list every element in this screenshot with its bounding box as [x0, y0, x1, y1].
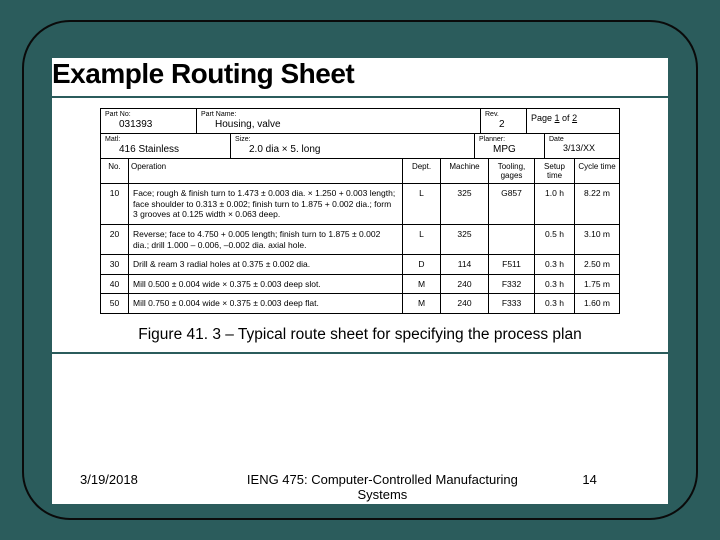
value-planner: MPG: [479, 144, 540, 155]
op-cycle: 3.10 m: [575, 225, 619, 254]
label-size: Size:: [235, 136, 470, 143]
op-machine: 240: [441, 294, 489, 313]
value-page-total: 2: [572, 113, 577, 123]
op-tooling: F332: [489, 275, 535, 294]
value-date: 3/13/XX: [549, 144, 615, 154]
op-setup: 0.3 h: [535, 275, 575, 294]
op-dept: M: [403, 275, 441, 294]
label-page-b: of: [560, 113, 573, 123]
op-machine: 325: [441, 225, 489, 254]
value-size: 2.0 dia × 5. long: [235, 144, 470, 155]
op-desc: Mill 0.500 ± 0.004 wide × 0.375 ± 0.003 …: [129, 275, 403, 294]
op-setup: 0.3 h: [535, 294, 575, 313]
table-row: 20 Reverse; face to 4.750 + 0.005 length…: [101, 225, 619, 255]
op-setup: 1.0 h: [535, 184, 575, 224]
value-matl: 416 Stainless: [105, 144, 226, 155]
op-desc: Drill & ream 3 radial holes at 0.375 ± 0…: [129, 255, 403, 274]
op-cycle: 1.75 m: [575, 275, 619, 294]
op-tooling: G857: [489, 184, 535, 224]
op-machine: 325: [441, 184, 489, 224]
op-dept: L: [403, 184, 441, 224]
op-dept: M: [403, 294, 441, 313]
op-cycle: 1.60 m: [575, 294, 619, 313]
op-tooling: [489, 225, 535, 254]
label-page-a: Page: [531, 113, 555, 123]
label-part-no: Part No:: [105, 111, 192, 118]
op-dept: L: [403, 225, 441, 254]
header-no: No.: [101, 159, 129, 183]
footer-course: IENG 475: Computer-Controlled Manufactur…: [226, 472, 540, 502]
op-tooling: F333: [489, 294, 535, 313]
op-setup: 0.5 h: [535, 225, 575, 254]
sheet-row-info: Matl: 416 Stainless Size: 2.0 dia × 5. l…: [101, 134, 619, 159]
op-no: 10: [101, 184, 129, 224]
label-rev: Rev.: [485, 111, 522, 118]
value-part-name: Housing, valve: [201, 119, 476, 130]
op-machine: 114: [441, 255, 489, 274]
value-part-no: 031393: [105, 119, 192, 130]
op-setup: 0.3 h: [535, 255, 575, 274]
op-cycle: 2.50 m: [575, 255, 619, 274]
op-desc: Face; rough & finish turn to 1.473 ± 0.0…: [129, 184, 403, 224]
header-operation: Operation: [129, 159, 403, 183]
op-tooling: F511: [489, 255, 535, 274]
slide-footer: 3/19/2018 IENG 475: Computer-Controlled …: [52, 472, 668, 502]
op-no: 40: [101, 275, 129, 294]
title-underline: [52, 94, 668, 98]
route-sheet-wrap: Part No: 031393 Part Name: Housing, valv…: [52, 108, 668, 314]
header-dept: Dept.: [403, 159, 441, 183]
op-desc: Mill 0.750 ± 0.004 wide × 0.375 ± 0.003 …: [129, 294, 403, 313]
op-desc: Reverse; face to 4.750 + 0.005 length; f…: [129, 225, 403, 254]
op-no: 50: [101, 294, 129, 313]
slide-title: Example Routing Sheet: [52, 58, 668, 94]
label-matl: Matl:: [105, 136, 226, 143]
table-row: 30 Drill & ream 3 radial holes at 0.375 …: [101, 255, 619, 275]
op-no: 20: [101, 225, 129, 254]
op-no: 30: [101, 255, 129, 274]
label-date: Date: [549, 136, 615, 143]
op-dept: D: [403, 255, 441, 274]
table-row: 40 Mill 0.500 ± 0.004 wide × 0.375 ± 0.0…: [101, 275, 619, 295]
header-tooling: Tooling, gages: [489, 159, 535, 183]
header-setup: Setup time: [535, 159, 575, 183]
footer-date: 3/19/2018: [80, 472, 226, 502]
op-cycle: 8.22 m: [575, 184, 619, 224]
header-machine: Machine: [441, 159, 489, 183]
header-cycle: Cycle time: [575, 159, 619, 183]
value-rev: 2: [485, 119, 522, 130]
label-part-name: Part Name:: [201, 111, 476, 118]
figure-caption: Figure 41. 3 – Typical route sheet for s…: [52, 326, 668, 354]
slide-content: Example Routing Sheet Part No: 031393 Pa…: [52, 58, 668, 504]
table-row: 10 Face; rough & finish turn to 1.473 ± …: [101, 184, 619, 225]
sheet-row-headers: No. Operation Dept. Machine Tooling, gag…: [101, 159, 619, 184]
sheet-row-identity: Part No: 031393 Part Name: Housing, valv…: [101, 109, 619, 134]
table-row: 50 Mill 0.750 ± 0.004 wide × 0.375 ± 0.0…: [101, 294, 619, 313]
footer-page: 14: [539, 472, 640, 502]
label-planner: Planner:: [479, 136, 540, 143]
op-machine: 240: [441, 275, 489, 294]
route-sheet: Part No: 031393 Part Name: Housing, valv…: [100, 108, 620, 314]
